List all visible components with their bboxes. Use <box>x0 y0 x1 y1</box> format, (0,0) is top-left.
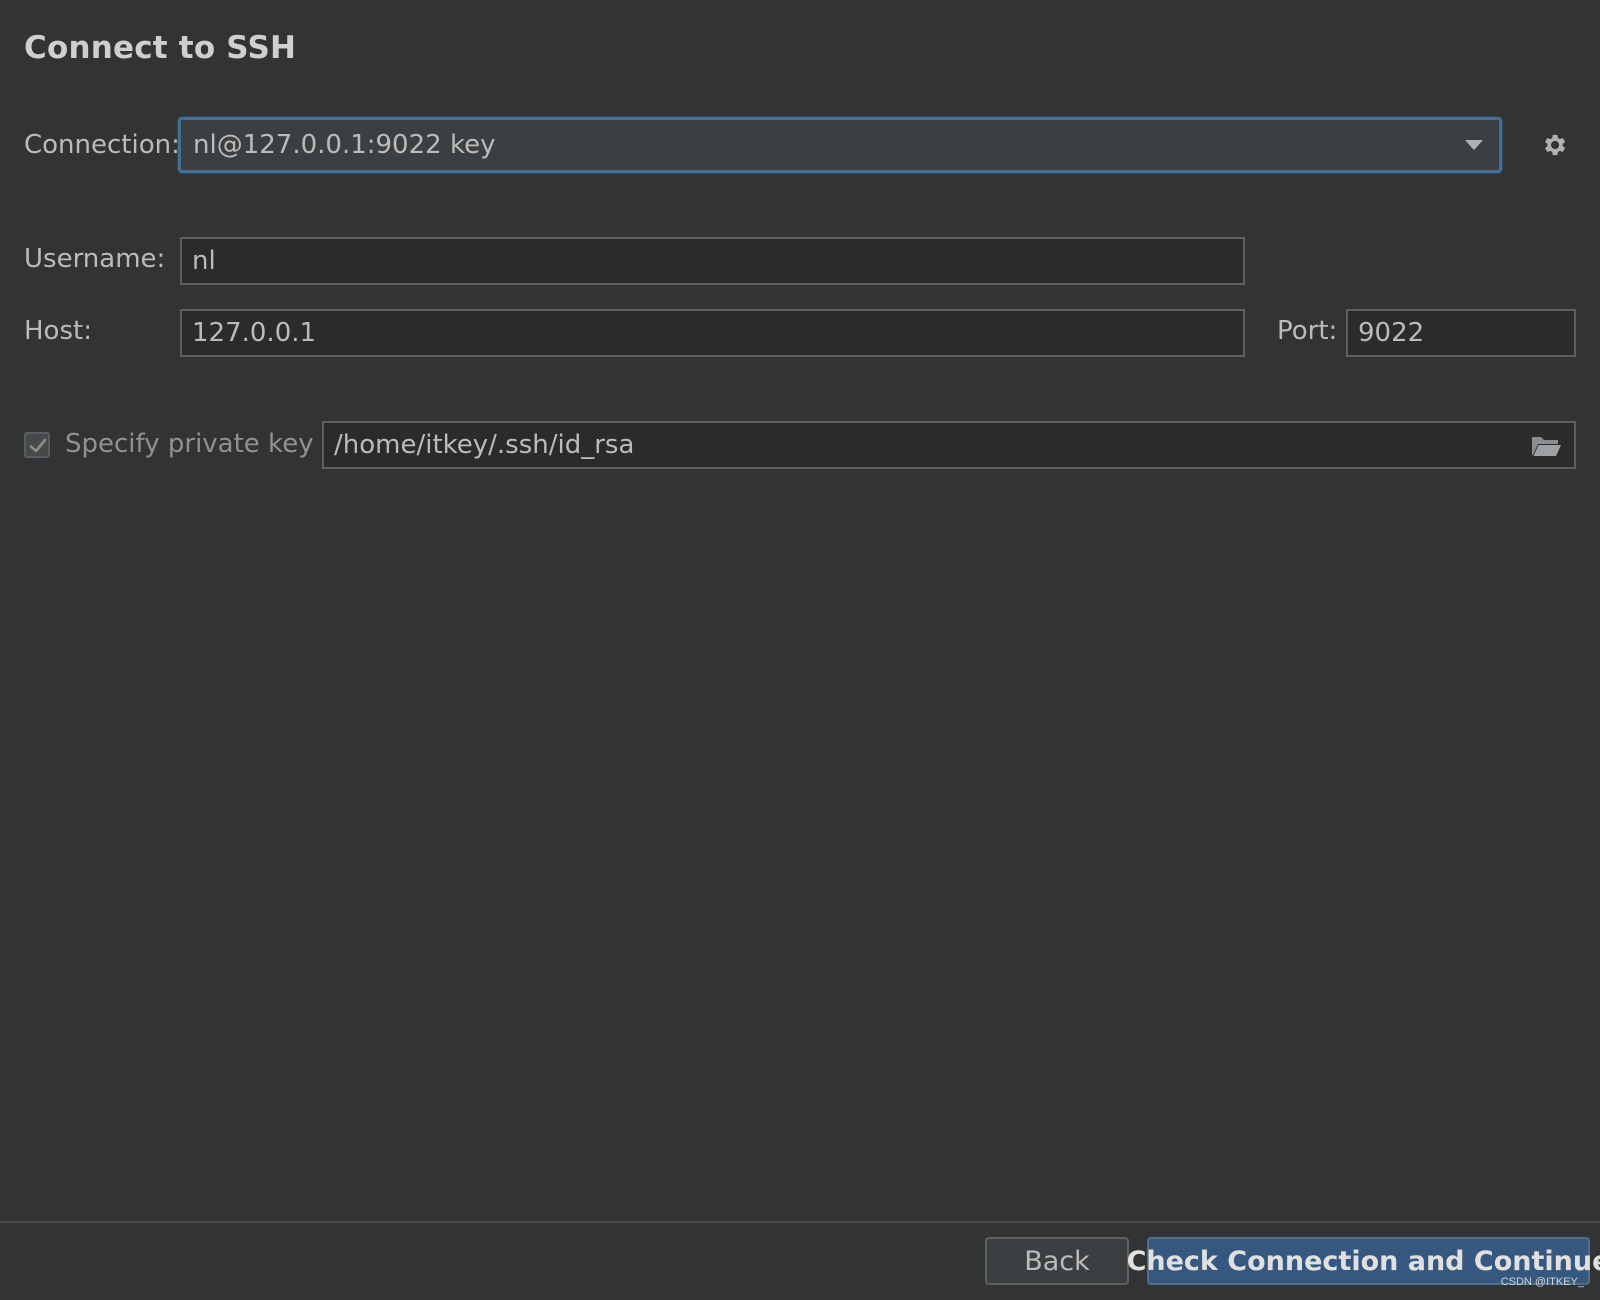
username-label: Username: <box>24 244 166 274</box>
dialog-title: Connect to SSH <box>24 30 297 66</box>
footer-divider <box>0 1221 1600 1223</box>
back-button[interactable]: Back <box>985 1237 1129 1285</box>
chevron-down-icon[interactable] <box>1465 140 1483 150</box>
port-value: 9022 <box>1358 318 1425 348</box>
username-value: nl <box>192 246 216 276</box>
private-key-path-value: /home/itkey/.ssh/id_rsa <box>334 430 635 460</box>
port-label: Port: <box>1277 316 1338 346</box>
gear-icon[interactable] <box>1540 131 1568 159</box>
connection-label: Connection: <box>24 130 180 160</box>
connection-dropdown[interactable]: nl@127.0.0.1:9022 key <box>178 117 1502 173</box>
private-key-path-input[interactable]: /home/itkey/.ssh/id_rsa <box>322 421 1576 469</box>
checkmark-icon <box>29 438 47 453</box>
host-label: Host: <box>24 316 92 346</box>
specify-private-key-label[interactable]: Specify private key <box>65 429 314 459</box>
folder-open-icon[interactable] <box>1530 433 1562 459</box>
watermark: CSDN @ITKEY_ <box>1500 1276 1584 1288</box>
connect-ssh-dialog: Connect to SSH Connection: nl@127.0.0.1:… <box>0 0 1600 1300</box>
specify-private-key-checkbox[interactable] <box>24 432 50 458</box>
host-input[interactable]: 127.0.0.1 <box>180 309 1245 357</box>
host-value: 127.0.0.1 <box>192 318 317 348</box>
port-input[interactable]: 9022 <box>1346 309 1576 357</box>
username-input[interactable]: nl <box>180 237 1245 285</box>
connection-value: nl@127.0.0.1:9022 key <box>193 130 496 160</box>
